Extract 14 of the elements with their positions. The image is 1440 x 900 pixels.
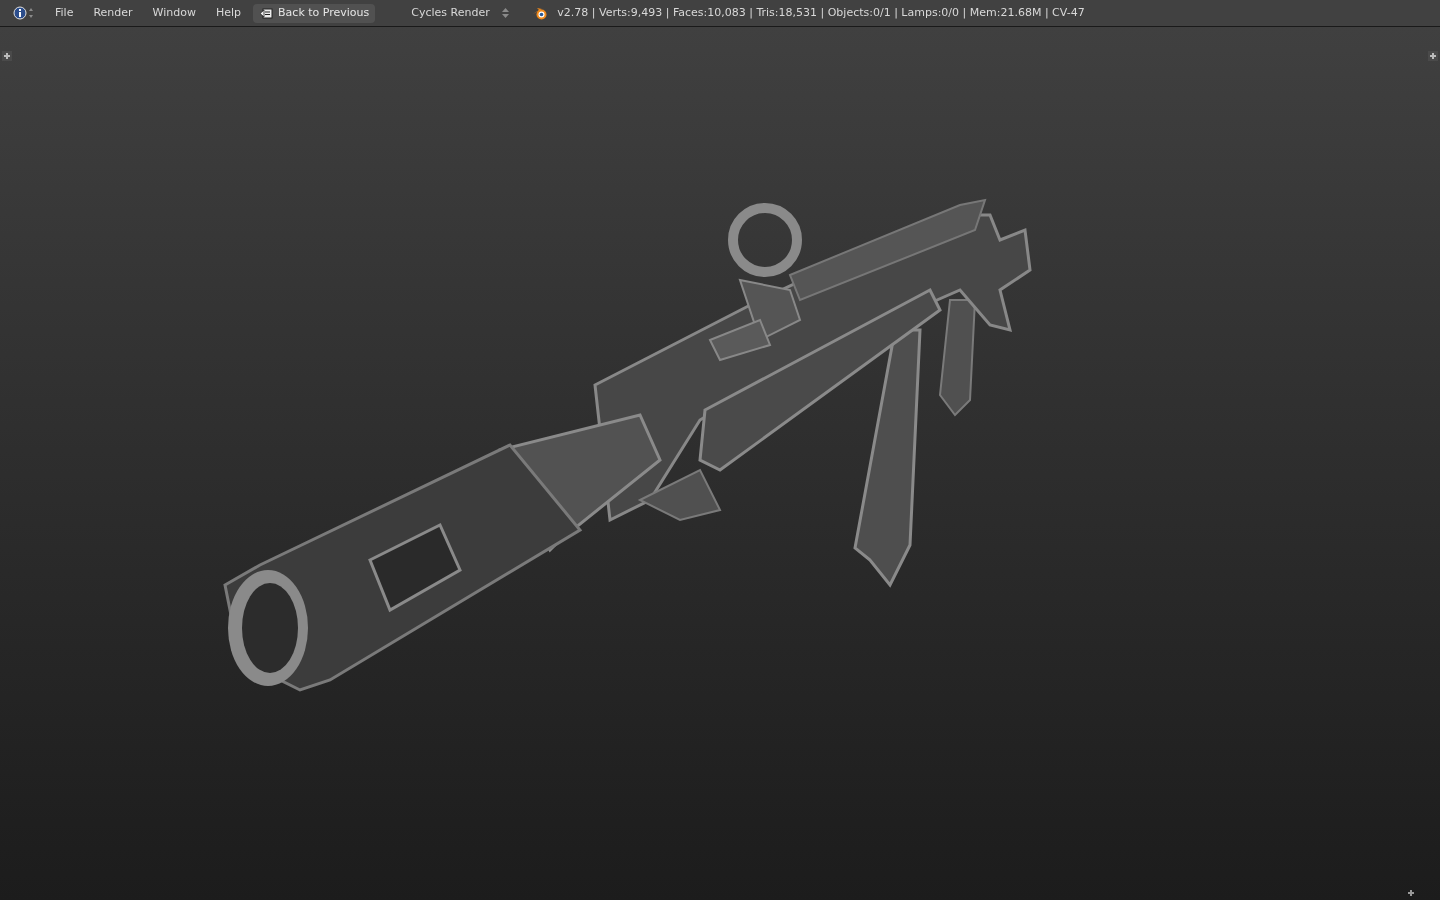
area-split-icon[interactable] — [1428, 51, 1438, 61]
blender-logo-icon — [532, 6, 549, 20]
info-editor-type-button[interactable] — [13, 6, 35, 20]
menu-item[interactable]: Help — [205, 3, 252, 23]
info-icon — [13, 6, 35, 20]
back-to-previous-button[interactable]: Back to Previous — [253, 3, 376, 23]
render-engine-dropdown[interactable]: Cycles Render — [405, 3, 516, 23]
menu-item[interactable]: Render — [83, 3, 143, 23]
menu-item[interactable]: File — [45, 3, 84, 23]
menu-item[interactable]: Window — [142, 3, 206, 23]
area-split-icon[interactable] — [1407, 889, 1415, 897]
area-split-icon[interactable] — [2, 51, 12, 61]
up-down-arrows-icon — [502, 7, 510, 19]
scene-statistics: v2.78 | Verts:9,493 | Faces:10,083 | Tris:18,531 | Objects:0/1 | Lamps:0/0 | Mem:21.68M | CV-47 — [557, 4, 1085, 21]
